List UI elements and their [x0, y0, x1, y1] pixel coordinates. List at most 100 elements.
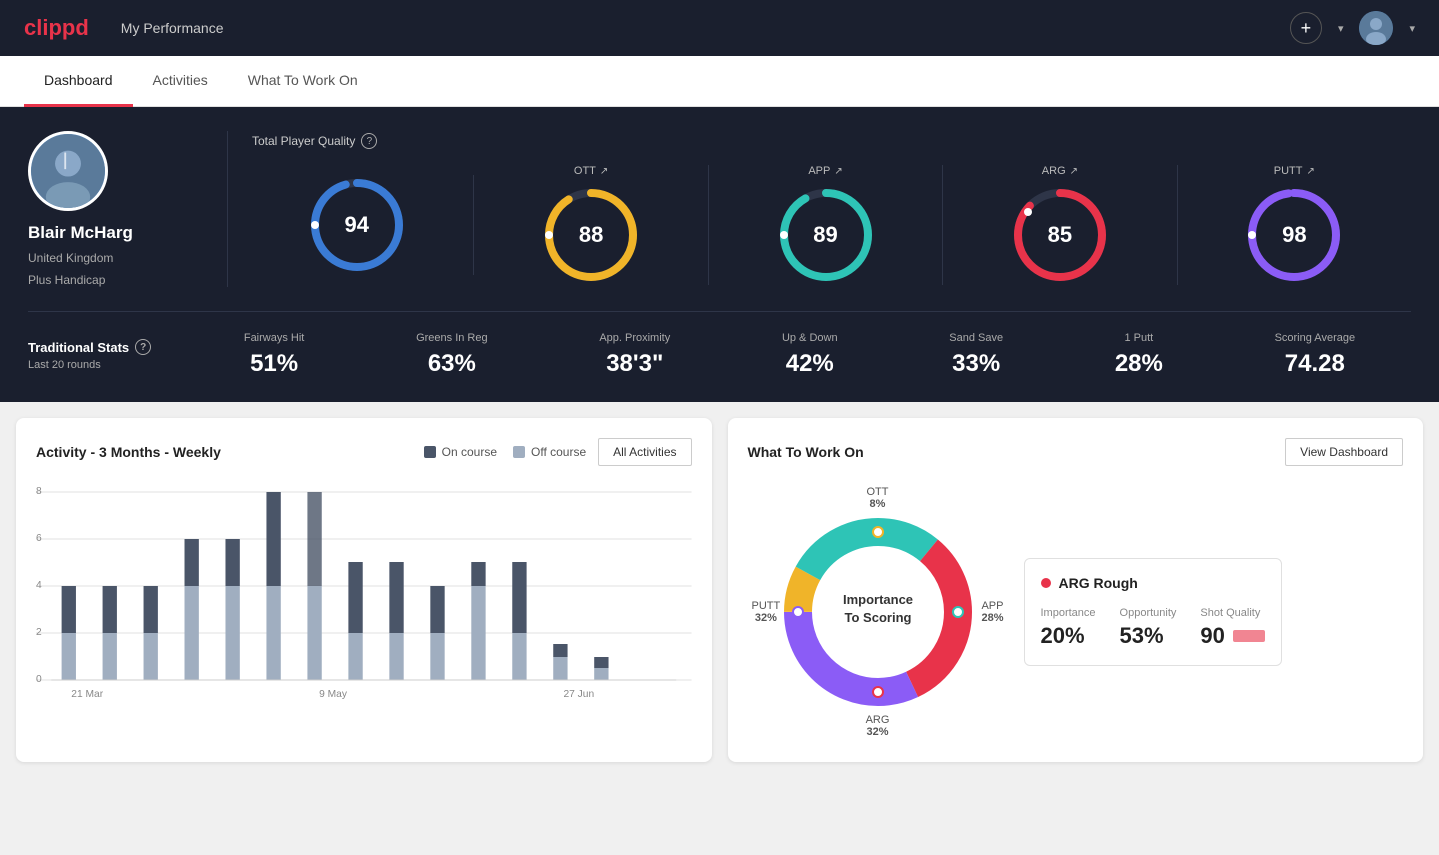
- gauge-ott: OTT ↗ 88: [474, 165, 708, 285]
- svg-text:To Scoring: To Scoring: [844, 610, 911, 625]
- chart-legend: On course Off course: [424, 445, 587, 459]
- metric-shot-quality: Shot Quality 90: [1200, 607, 1264, 649]
- donut-chart-area: Importance To Scoring OTT 8% APP: [748, 482, 1008, 742]
- gauge-value-arg: 85: [1048, 222, 1072, 248]
- gauge-label-ott: OTT ↗: [574, 165, 608, 177]
- info-dot: [1041, 578, 1051, 588]
- traditional-stats: Traditional Stats ? Last 20 rounds Fairw…: [28, 311, 1411, 378]
- svg-text:9 May: 9 May: [319, 689, 348, 700]
- gauge-app: APP ↗ 89: [709, 165, 943, 285]
- gauge-circle-putt: 98: [1244, 185, 1344, 285]
- gauge-value-main: 94: [344, 212, 368, 238]
- quality-title: Total Player Quality ?: [252, 133, 1411, 149]
- svg-text:2: 2: [36, 627, 42, 638]
- player-country: United Kingdom: [28, 251, 113, 265]
- work-content: Importance To Scoring OTT 8% APP: [748, 482, 1404, 742]
- svg-text:21 Mar: 21 Mar: [71, 689, 103, 700]
- bar-chart-svg: 8 6 4 2 0: [36, 482, 692, 702]
- stat-greens-in-reg: Greens In Reg 63%: [416, 332, 488, 378]
- metric-importance: Importance 20%: [1041, 607, 1096, 649]
- gauge-main: 94: [252, 175, 474, 275]
- gauges-row: 94 OTT ↗ 88: [252, 165, 1411, 285]
- plus-icon: +: [1301, 18, 1312, 39]
- nav-tabs: Dashboard Activities What To Work On: [0, 56, 1439, 107]
- shot-quality-row: 90: [1200, 623, 1264, 649]
- stats-top-row: Blair McHarg United Kingdom Plus Handica…: [28, 131, 1411, 287]
- chart-controls: On course Off course All Activities: [424, 438, 692, 466]
- header: clippd My Performance + ▾ ▾: [0, 0, 1439, 56]
- stats-banner: Blair McHarg United Kingdom Plus Handica…: [0, 107, 1439, 402]
- avatar-chevron: ▾: [1409, 22, 1415, 35]
- player-avatar: [28, 131, 108, 211]
- svg-text:0: 0: [36, 674, 42, 685]
- user-avatar[interactable]: [1359, 11, 1393, 45]
- add-label: ▾: [1338, 22, 1344, 35]
- bar-chart-area: 8 6 4 2 0: [36, 482, 692, 702]
- gauge-value-app: 89: [813, 222, 837, 248]
- info-metrics: Importance 20% Opportunity 53% Shot Qual…: [1041, 607, 1265, 649]
- bottom-section: Activity - 3 Months - Weekly On course O…: [0, 402, 1439, 778]
- metric-opportunity: Opportunity 53%: [1120, 607, 1177, 649]
- all-activities-button[interactable]: All Activities: [598, 438, 691, 466]
- donut-label-putt: PUTT 32%: [752, 600, 781, 624]
- logo: clippd: [24, 15, 89, 41]
- trad-sublabel: Last 20 rounds: [28, 359, 188, 371]
- gauge-label-arg: ARG ↗: [1042, 165, 1078, 177]
- player-handicap: Plus Handicap: [28, 273, 105, 287]
- stat-scoring-average: Scoring Average 74.28: [1275, 332, 1356, 378]
- shot-quality-bar: [1233, 630, 1265, 642]
- work-header: What To Work On View Dashboard: [748, 438, 1404, 466]
- legend-off-course: Off course: [513, 445, 586, 459]
- view-dashboard-button[interactable]: View Dashboard: [1285, 438, 1403, 466]
- gauge-arg: ARG ↗ 85: [943, 165, 1177, 285]
- legend-on-course: On course: [424, 445, 497, 459]
- gauge-circle-main: 94: [307, 175, 407, 275]
- trad-stats-values: Fairways Hit 51% Greens In Reg 63% App. …: [188, 332, 1411, 378]
- trad-help-icon[interactable]: ?: [135, 339, 151, 355]
- player-name: Blair McHarg: [28, 223, 133, 243]
- tab-what-to-work-on[interactable]: What To Work On: [228, 56, 378, 107]
- donut-label-app: APP 28%: [981, 600, 1003, 624]
- stat-fairways-hit: Fairways Hit 51%: [244, 332, 305, 378]
- svg-text:Importance: Importance: [842, 592, 912, 607]
- chart-header: Activity - 3 Months - Weekly On course O…: [36, 438, 692, 466]
- player-info: Blair McHarg United Kingdom Plus Handica…: [28, 131, 228, 287]
- gauge-circle-ott: 88: [541, 185, 641, 285]
- quality-help-icon[interactable]: ?: [361, 133, 377, 149]
- tab-dashboard[interactable]: Dashboard: [24, 56, 133, 107]
- gauge-circle-arg: 85: [1010, 185, 1110, 285]
- svg-text:8: 8: [36, 486, 42, 497]
- gauge-putt: PUTT ↗ 98: [1178, 165, 1411, 285]
- header-title: My Performance: [121, 20, 224, 36]
- svg-text:27 Jun: 27 Jun: [563, 689, 594, 700]
- tab-activities[interactable]: Activities: [133, 56, 228, 107]
- stat-sand-save: Sand Save 33%: [949, 332, 1003, 378]
- donut-label-ott: OTT 8%: [867, 486, 889, 510]
- donut-label-arg: ARG 32%: [866, 714, 890, 738]
- legend-dot-off: [513, 446, 525, 458]
- svg-text:4: 4: [36, 580, 42, 591]
- svg-text:6: 6: [36, 533, 42, 544]
- quality-section: Total Player Quality ? 94: [228, 133, 1411, 285]
- work-title: What To Work On: [748, 444, 864, 460]
- info-card: ARG Rough Importance 20% Opportunity 53%…: [1024, 558, 1282, 666]
- donut-svg: Importance To Scoring: [748, 482, 1008, 742]
- chart-title: Activity - 3 Months - Weekly: [36, 444, 221, 460]
- avatar-image: [1359, 11, 1393, 45]
- logo-area: clippd My Performance: [24, 15, 223, 41]
- header-actions: + ▾ ▾: [1290, 11, 1415, 45]
- add-button[interactable]: +: [1290, 12, 1322, 44]
- gauge-circle-app: 89: [776, 185, 876, 285]
- gauge-label-putt: PUTT ↗: [1274, 165, 1315, 177]
- gauge-label-app: APP ↗: [808, 165, 842, 177]
- gauge-value-ott: 88: [579, 222, 603, 248]
- trad-stats-label: Traditional Stats ? Last 20 rounds: [28, 339, 188, 371]
- trad-label: Traditional Stats ?: [28, 339, 188, 355]
- what-to-work-on-card: What To Work On View Dashboard Importanc…: [728, 418, 1424, 762]
- legend-dot-on: [424, 446, 436, 458]
- stat-up-down: Up & Down 42%: [782, 332, 838, 378]
- stat-app-proximity: App. Proximity 38'3": [599, 332, 670, 378]
- stat-1-putt: 1 Putt 28%: [1115, 332, 1163, 378]
- gauge-value-putt: 98: [1282, 222, 1306, 248]
- activity-chart-card: Activity - 3 Months - Weekly On course O…: [16, 418, 712, 762]
